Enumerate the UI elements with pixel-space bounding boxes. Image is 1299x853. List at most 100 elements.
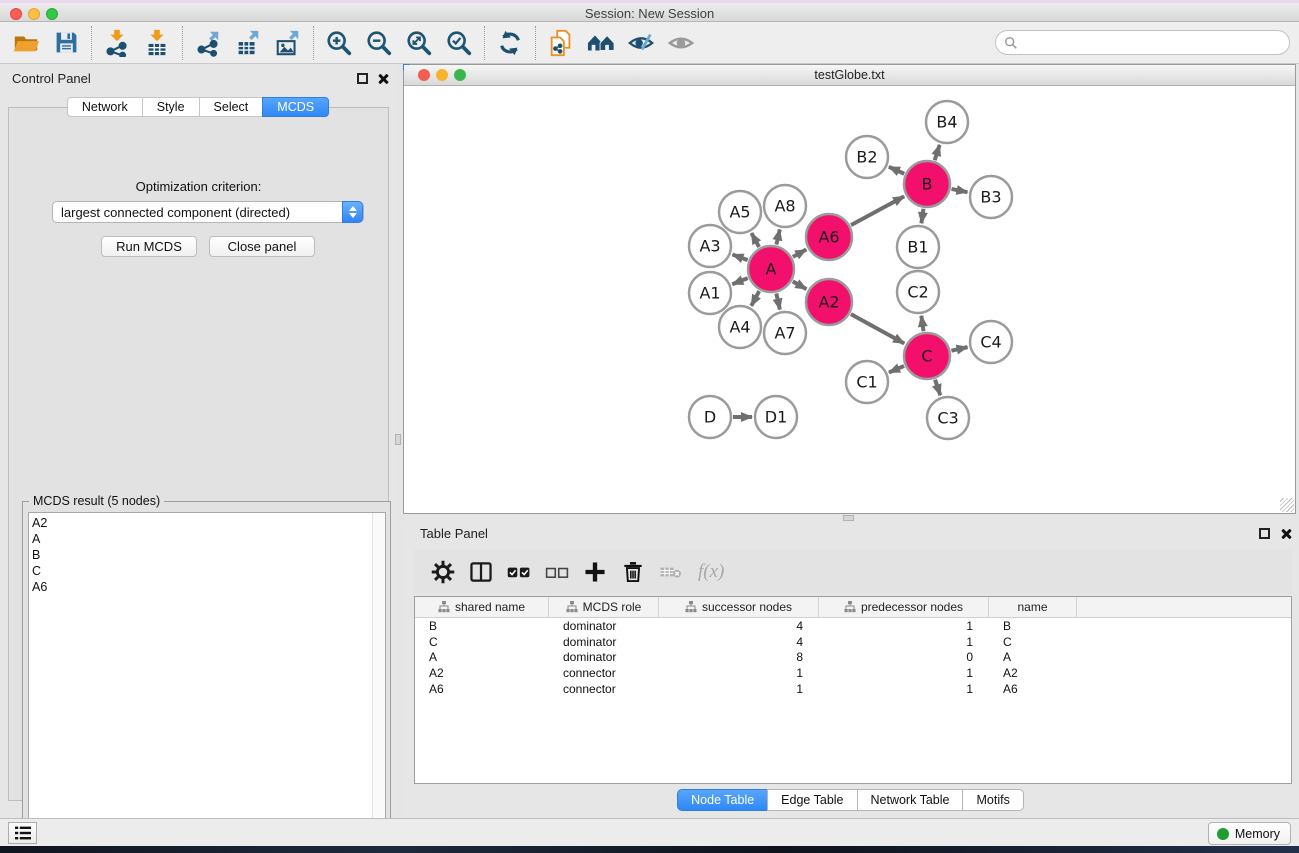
graph-node-A6[interactable]: A6: [806, 214, 852, 260]
graph-node-A4[interactable]: A4: [719, 306, 761, 348]
deselect-all-button[interactable]: [538, 554, 576, 590]
show-columns-button[interactable]: [462, 554, 500, 590]
table-cell[interactable]: A2: [989, 666, 1077, 680]
graph-node-A2[interactable]: A2: [806, 279, 852, 325]
graph-node-A8[interactable]: A8: [764, 185, 806, 227]
zoom-fit-button[interactable]: [399, 25, 439, 61]
table-cell[interactable]: B: [989, 619, 1077, 633]
graph-node-A5[interactable]: A5: [719, 191, 761, 233]
export-table-button[interactable]: [228, 25, 268, 61]
table-cell[interactable]: B: [415, 619, 549, 633]
table-cell[interactable]: dominator: [549, 619, 659, 633]
add-column-button[interactable]: [576, 554, 614, 590]
zoom-out-button[interactable]: [359, 25, 399, 61]
list-scrollbar[interactable]: [372, 513, 385, 833]
table-row[interactable]: Adominator80A: [415, 650, 1291, 666]
tab-edge-table[interactable]: Edge Table: [767, 789, 857, 811]
delete-table-button[interactable]: [652, 554, 690, 590]
export-network-button[interactable]: [188, 25, 228, 61]
graph-node-C2[interactable]: C2: [897, 271, 939, 313]
graph-node-C1[interactable]: C1: [846, 361, 888, 403]
close-panel-icon[interactable]: [1279, 527, 1292, 540]
mcds-result-item[interactable]: C: [32, 563, 385, 579]
graph-node-A[interactable]: A: [748, 246, 794, 292]
graph-node-B4[interactable]: B4: [926, 101, 968, 143]
import-network-button[interactable]: [97, 25, 137, 61]
table-cell[interactable]: dominator: [549, 650, 659, 664]
float-panel-icon[interactable]: [1259, 528, 1270, 539]
mcds-result-item[interactable]: A6: [32, 579, 385, 595]
graph-node-B3[interactable]: B3: [970, 176, 1012, 218]
table-cell[interactable]: connector: [549, 682, 659, 696]
graph-node-B1[interactable]: B1: [897, 226, 939, 268]
table-cell[interactable]: A: [415, 650, 549, 664]
save-session-button[interactable]: [46, 25, 86, 61]
table-cell[interactable]: 0: [819, 650, 989, 664]
mcds-result-list[interactable]: A2ABCA6: [28, 512, 386, 834]
tab-style[interactable]: Style: [142, 97, 200, 117]
tab-mcds[interactable]: MCDS: [262, 97, 329, 117]
tab-network-table[interactable]: Network Table: [857, 789, 964, 811]
graph-node-D1[interactable]: D1: [755, 396, 797, 438]
show-hide-graphics-button[interactable]: [661, 25, 701, 61]
close-panel-button[interactable]: Close panel: [209, 236, 315, 257]
mcds-result-item[interactable]: A: [32, 531, 385, 547]
graph-node-B[interactable]: B: [904, 161, 950, 207]
tab-node-table[interactable]: Node Table: [677, 789, 768, 811]
table-row[interactable]: A2connector11A2: [415, 665, 1291, 681]
network-window-titlebar[interactable]: testGlobe.txt: [404, 65, 1295, 86]
table-cell[interactable]: A2: [415, 666, 549, 680]
zoom-selected-button[interactable]: [439, 25, 479, 61]
open-file-button[interactable]: [6, 25, 46, 61]
column-header-successor-nodes[interactable]: successor nodes: [659, 597, 819, 617]
table-row[interactable]: Cdominator41C: [415, 634, 1291, 650]
table-settings-button[interactable]: [424, 554, 462, 590]
task-history-button[interactable]: [8, 822, 37, 844]
table-cell[interactable]: 1: [819, 682, 989, 696]
table-cell[interactable]: 4: [659, 635, 819, 649]
column-header-name[interactable]: name: [989, 597, 1077, 617]
network-graph[interactable]: B4B2BB3A8A5A6A3B1AC2A1A2A4A7C4CC1C3DD1: [404, 86, 1295, 513]
graph-node-A7[interactable]: A7: [764, 312, 806, 354]
delete-column-button[interactable]: [614, 554, 652, 590]
import-table-button[interactable]: [137, 25, 177, 61]
graph-node-C4[interactable]: C4: [970, 321, 1012, 363]
float-panel-icon[interactable]: [357, 73, 368, 84]
run-mcds-button[interactable]: Run MCDS: [101, 236, 197, 257]
graph-node-B2[interactable]: B2: [846, 136, 888, 178]
graph-node-C[interactable]: C: [904, 333, 950, 379]
export-image-button[interactable]: [268, 25, 308, 61]
column-header-predecessor-nodes[interactable]: predecessor nodes: [819, 597, 989, 617]
column-header-MCDS-role[interactable]: MCDS role: [549, 597, 659, 617]
table-cell[interactable]: C: [415, 635, 549, 649]
graph-node-A1[interactable]: A1: [689, 272, 731, 314]
close-panel-icon[interactable]: [376, 72, 389, 85]
function-builder-button[interactable]: f(x): [698, 561, 724, 583]
table-cell[interactable]: connector: [549, 666, 659, 680]
table-cell[interactable]: A6: [989, 682, 1077, 696]
table-cell[interactable]: dominator: [549, 635, 659, 649]
home-button[interactable]: [581, 25, 621, 61]
table-cell[interactable]: 1: [819, 619, 989, 633]
style-preview-button[interactable]: [621, 25, 661, 61]
table-row[interactable]: Bdominator41B: [415, 618, 1291, 634]
zoom-in-button[interactable]: [319, 25, 359, 61]
copy-network-button[interactable]: [541, 25, 581, 61]
table-cell[interactable]: 4: [659, 619, 819, 633]
table-cell[interactable]: 8: [659, 650, 819, 664]
criterion-dropdown[interactable]: largest connected component (directed): [52, 201, 364, 223]
split-pane-handle[interactable]: [395, 434, 401, 445]
search-input[interactable]: [1018, 33, 1289, 53]
node-table[interactable]: shared nameMCDS rolesuccessor nodesprede…: [414, 596, 1292, 784]
graph-node-C3[interactable]: C3: [927, 397, 969, 439]
column-header-shared-name[interactable]: shared name: [415, 597, 549, 617]
table-cell[interactable]: 1: [819, 666, 989, 680]
table-cell[interactable]: 1: [819, 635, 989, 649]
memory-button[interactable]: Memory: [1208, 822, 1291, 845]
split-pane-handle[interactable]: [843, 515, 854, 521]
table-cell[interactable]: A: [989, 650, 1077, 664]
resize-grip-icon[interactable]: [1280, 498, 1294, 512]
table-cell[interactable]: C: [989, 635, 1077, 649]
select-all-button[interactable]: [500, 554, 538, 590]
graph-node-D[interactable]: D: [689, 396, 731, 438]
